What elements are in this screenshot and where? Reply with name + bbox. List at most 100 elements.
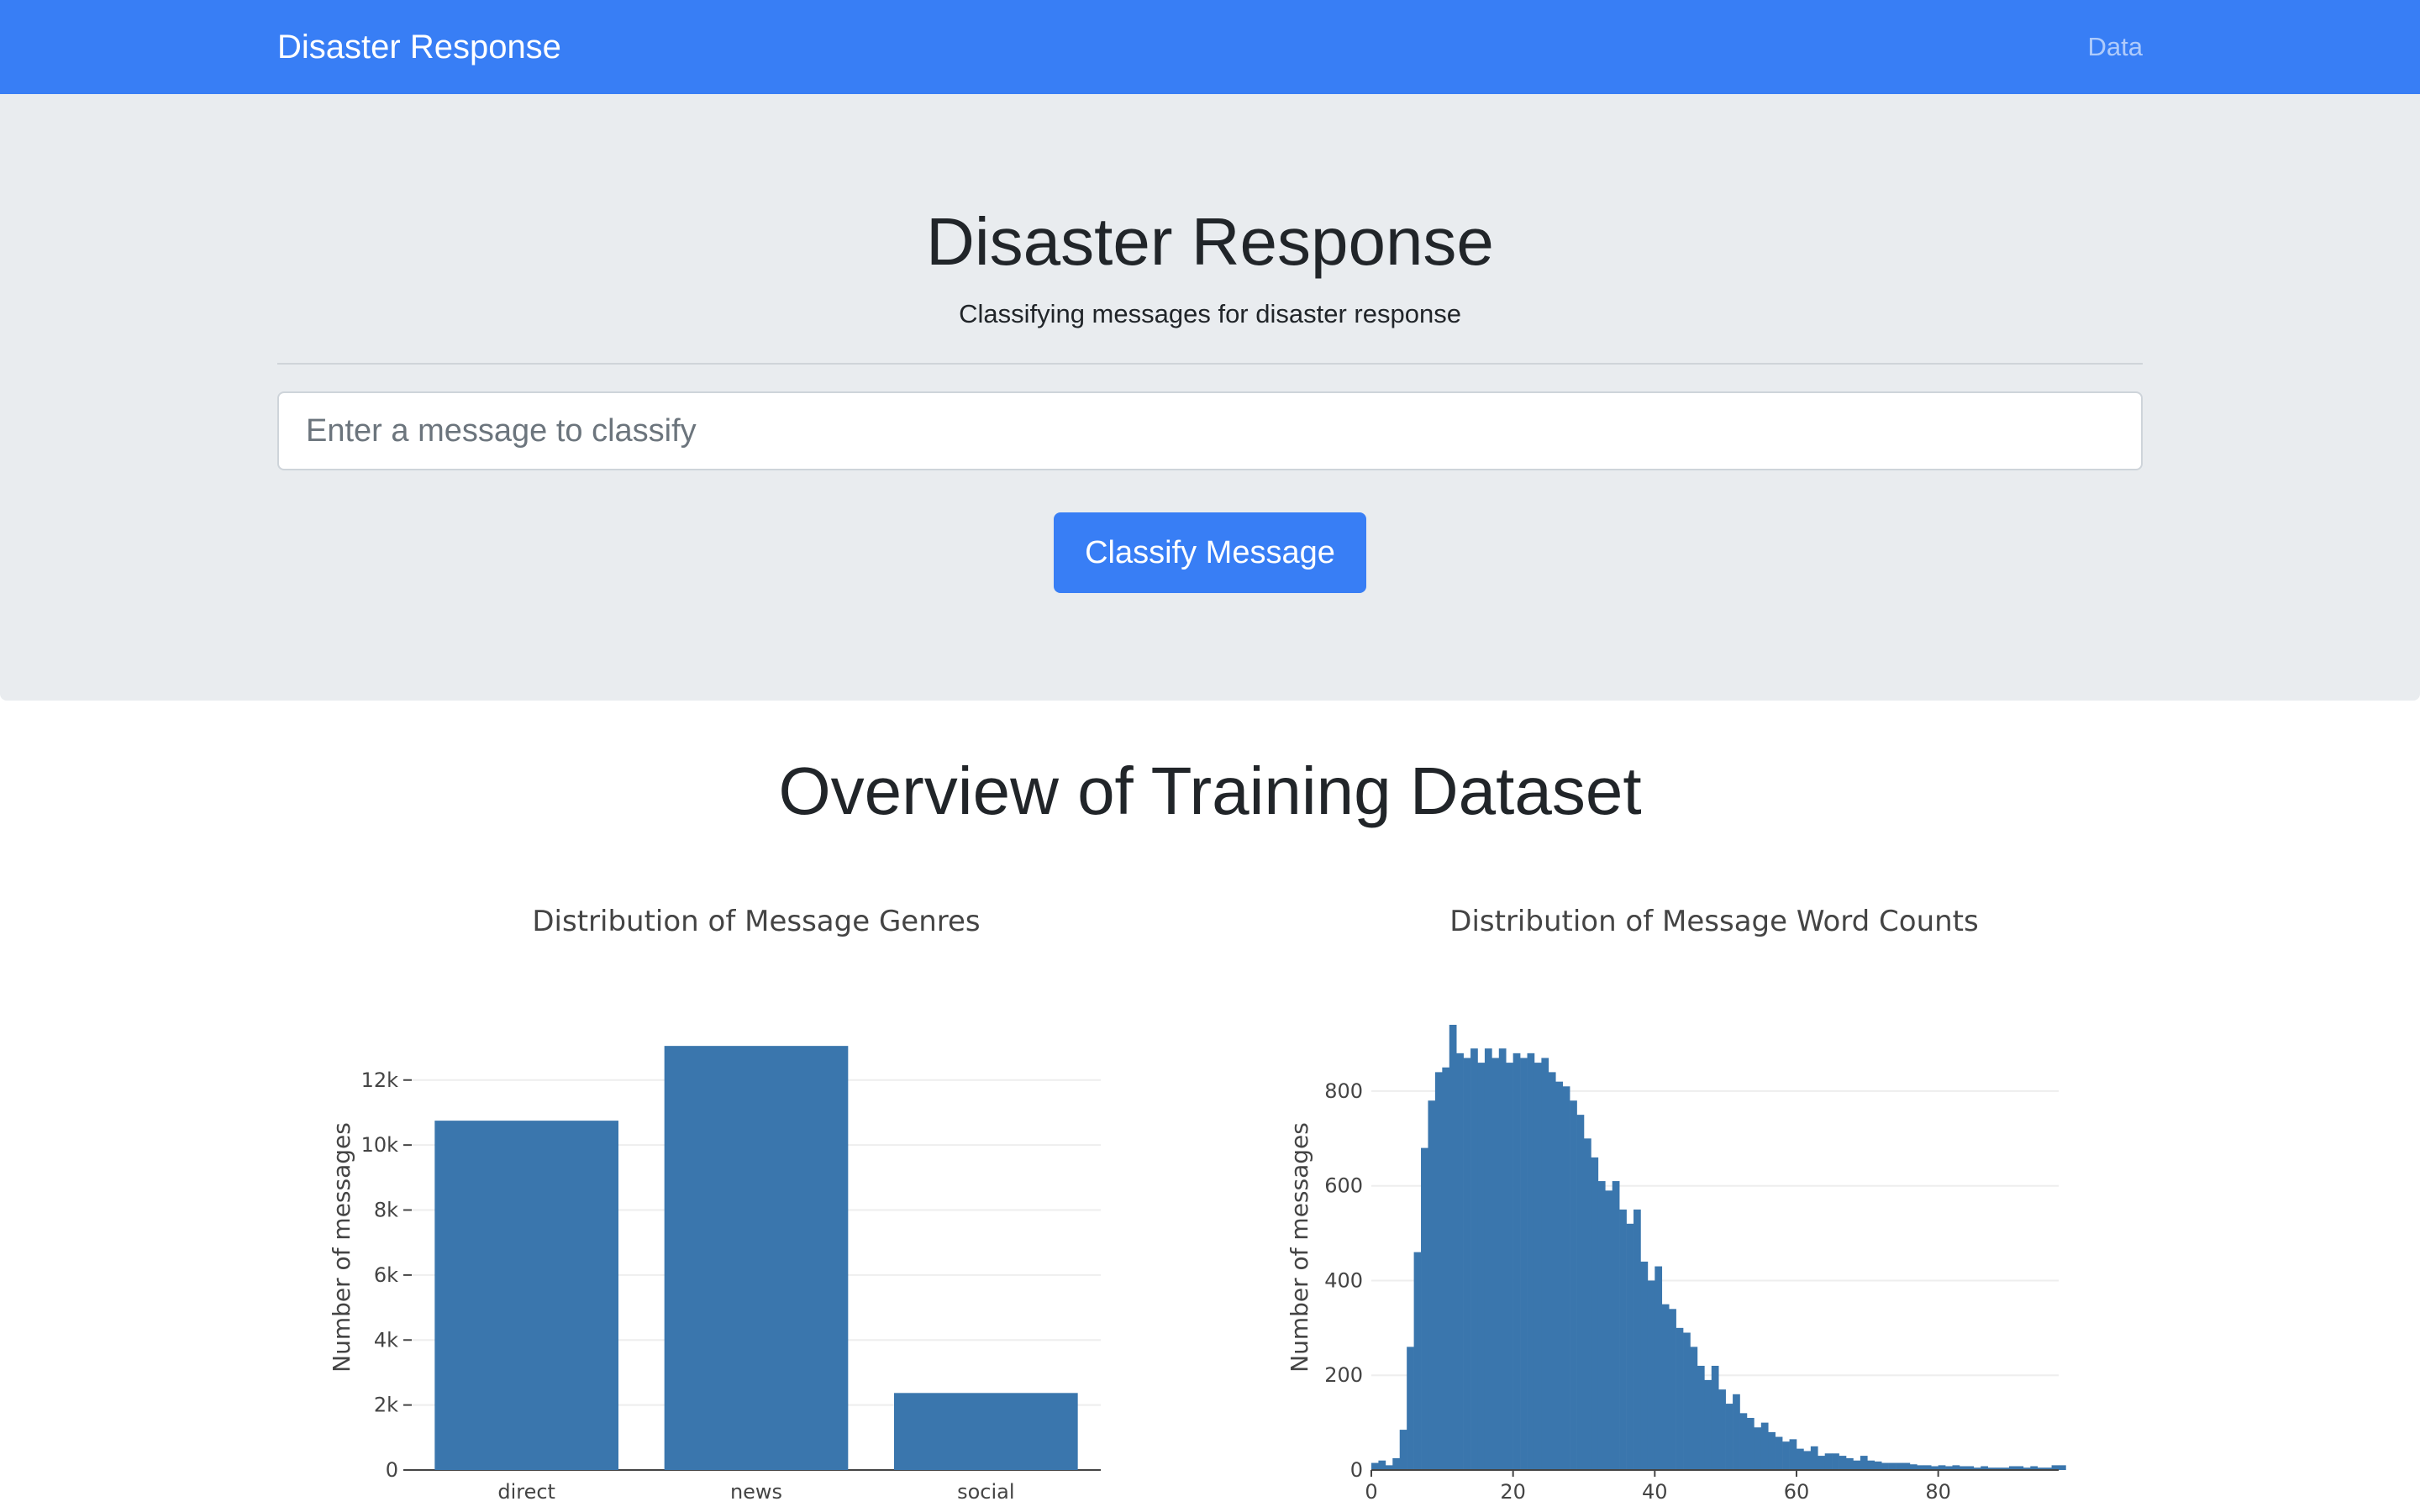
histogram-bar xyxy=(1421,1147,1428,1470)
histogram-bar xyxy=(1470,1048,1478,1470)
histogram-bar xyxy=(1739,1413,1748,1470)
x-tick-label: 40 xyxy=(1642,1480,1668,1504)
histogram-bar xyxy=(1746,1417,1754,1470)
histogram-bar xyxy=(1626,1223,1634,1470)
histogram-bar xyxy=(1909,1464,1918,1470)
histogram-bar xyxy=(1789,1439,1797,1470)
histogram-bar xyxy=(1534,1063,1542,1470)
y-tick-label: 200 xyxy=(1324,1363,1363,1387)
x-tick-label: social xyxy=(957,1480,1014,1504)
y-tick-label: 600 xyxy=(1324,1174,1363,1198)
histogram-bar xyxy=(1718,1389,1726,1470)
histogram-bar xyxy=(1676,1327,1684,1470)
histogram-bar xyxy=(1591,1157,1599,1470)
histogram-bar xyxy=(2059,1465,2066,1470)
histogram-bar xyxy=(1860,1456,1868,1470)
histogram-bar xyxy=(1371,1462,1379,1470)
histogram-bar xyxy=(1449,1025,1457,1470)
genre-chart: Distribution of Message Genres 0 2k 4k 6k 8k 1… xyxy=(252,874,1210,1512)
genre-chart-svg: Distribution of Message Genres 0 2k 4k 6k 8k 1… xyxy=(328,905,1101,1504)
page-subtitle: Classifying messages for disaster respon… xyxy=(959,299,1461,328)
histogram-bar xyxy=(1874,1461,1882,1470)
divider xyxy=(277,363,2143,365)
histogram-bar xyxy=(1867,1460,1876,1470)
histogram-bar xyxy=(1896,1462,1903,1470)
histogram-bar xyxy=(1392,1457,1401,1470)
histogram-bar xyxy=(1760,1422,1769,1470)
histogram-bar xyxy=(1669,1309,1676,1470)
histogram-bar xyxy=(1782,1441,1790,1470)
histogram-bar xyxy=(1711,1365,1719,1470)
x-tick-label: news xyxy=(730,1480,782,1504)
y-tick-label: 6k xyxy=(374,1263,398,1287)
histogram-bar xyxy=(1583,1138,1591,1470)
x-tick-label: direct xyxy=(497,1480,555,1504)
page-title: Disaster Response xyxy=(926,204,1494,279)
histogram-bar xyxy=(1597,1181,1606,1470)
histogram-bar xyxy=(1661,1304,1670,1470)
histogram-bar xyxy=(1619,1209,1627,1470)
overview-heading: Overview of Training Dataset xyxy=(778,753,1642,828)
classify-message-button[interactable]: Classify Message xyxy=(1054,512,1366,593)
chart-title: Distribution of Message Word Counts xyxy=(1449,905,1978,938)
x-tick-label: 20 xyxy=(1500,1480,1526,1504)
histogram-bar xyxy=(1605,1190,1613,1470)
histogram-bar xyxy=(1733,1394,1740,1470)
histogram-bar xyxy=(1541,1058,1549,1470)
bar-social xyxy=(894,1393,1078,1470)
histogram-bar xyxy=(1683,1332,1691,1470)
y-axis-label: Number of messages xyxy=(1286,1122,1313,1373)
histogram-bar xyxy=(1853,1460,1861,1470)
histogram-bar xyxy=(1803,1451,1812,1470)
x-tick-label: 0 xyxy=(1365,1480,1377,1504)
histogram-bar xyxy=(1570,1100,1577,1470)
histogram-bar xyxy=(1888,1462,1897,1470)
y-tick-label: 10k xyxy=(361,1133,399,1157)
histogram-bar xyxy=(1428,1100,1436,1470)
y-axis-label: Number of messages xyxy=(328,1122,355,1373)
y-tick-label: 0 xyxy=(386,1458,398,1482)
histogram-bar xyxy=(1690,1347,1698,1470)
histogram-bar xyxy=(1704,1379,1712,1470)
y-tick-label: 12k xyxy=(361,1068,399,1092)
histogram-bar xyxy=(1796,1448,1804,1470)
histogram-bar xyxy=(1576,1115,1585,1470)
word-count-chart: Distribution of Message Word Counts 0 200 4… xyxy=(1210,874,2168,1512)
navbar: Disaster Response Data xyxy=(0,0,2420,94)
histogram-bar xyxy=(1378,1460,1386,1470)
y-tick-label: 4k xyxy=(374,1328,398,1352)
bar-direct xyxy=(434,1121,618,1470)
histogram-bar xyxy=(1506,1063,1513,1470)
histogram-bar xyxy=(1520,1058,1528,1470)
chart-title: Distribution of Message Genres xyxy=(532,905,980,938)
histogram-bar xyxy=(1612,1181,1620,1470)
histogram-bar xyxy=(1456,1053,1464,1470)
histogram-bar xyxy=(1647,1280,1655,1470)
histogram-bar xyxy=(1555,1081,1563,1470)
y-tick-label: 800 xyxy=(1324,1079,1363,1103)
histogram-bar xyxy=(1527,1053,1535,1470)
histogram-bar xyxy=(1881,1462,1889,1470)
histogram-bar xyxy=(1498,1048,1507,1470)
y-tick-label: 8k xyxy=(374,1199,398,1222)
histogram-bar xyxy=(1477,1063,1486,1470)
histogram-bar xyxy=(1634,1209,1641,1470)
histogram-bar xyxy=(1818,1456,1826,1470)
histogram-bar xyxy=(1725,1404,1733,1470)
histogram-bar xyxy=(1407,1347,1414,1470)
histogram-bar xyxy=(1655,1266,1663,1470)
histogram-bar xyxy=(1775,1436,1783,1470)
nav-link-data[interactable]: Data xyxy=(2088,0,2143,94)
histogram-bar xyxy=(1434,1072,1443,1470)
histogram-bar xyxy=(1768,1431,1776,1470)
y-tick-label: 400 xyxy=(1324,1268,1363,1292)
bar-news xyxy=(664,1046,849,1470)
brand-link[interactable]: Disaster Response xyxy=(277,0,561,94)
histogram-bar xyxy=(1442,1067,1450,1470)
message-input[interactable] xyxy=(277,391,2143,470)
histogram-bar xyxy=(1846,1457,1854,1470)
x-tick-label: 80 xyxy=(1925,1480,1951,1504)
histogram-bar xyxy=(1548,1072,1556,1470)
histogram-bar xyxy=(1697,1365,1705,1470)
y-tick-label: 2k xyxy=(374,1394,398,1417)
